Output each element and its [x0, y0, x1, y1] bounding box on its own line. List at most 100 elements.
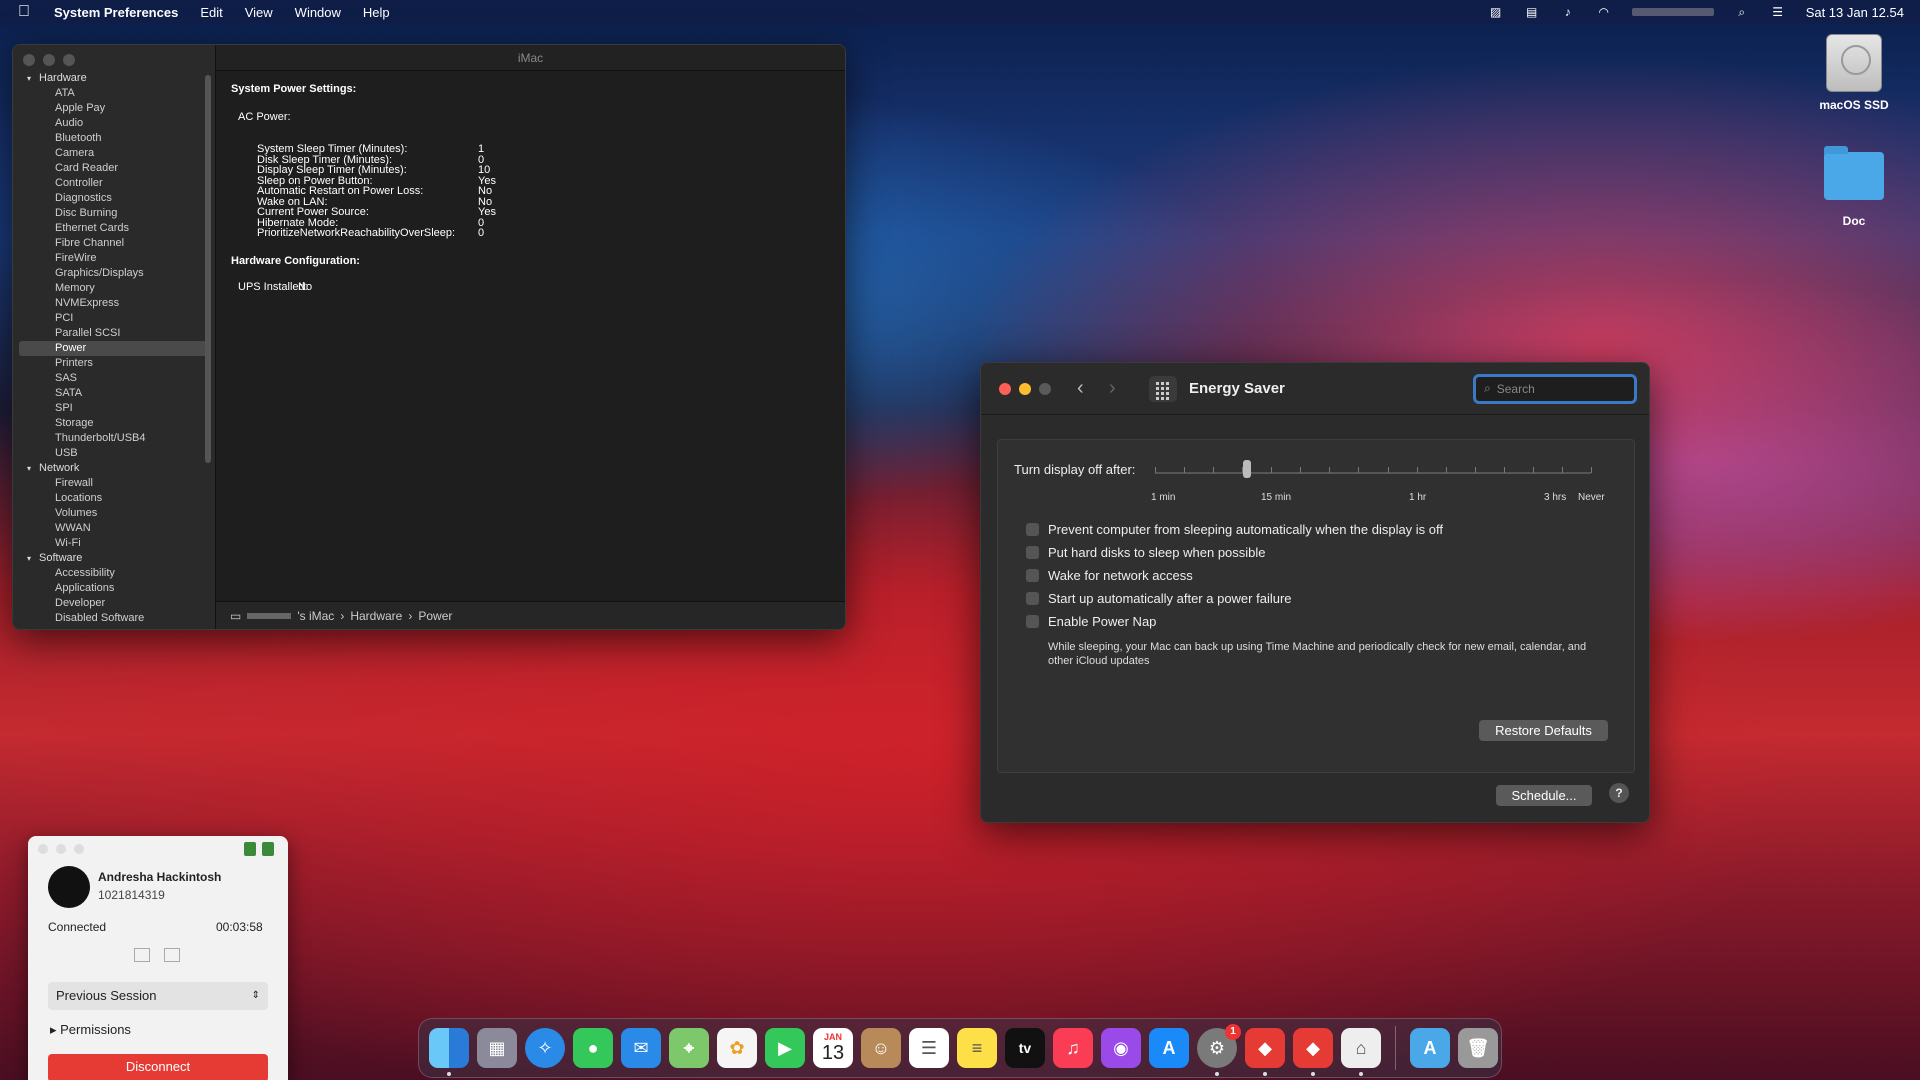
menu-window[interactable]: Window: [295, 5, 341, 20]
file-transfer-icon[interactable]: [134, 948, 150, 962]
sidebar-item-graphics-displays[interactable]: Graphics/Displays: [13, 266, 215, 281]
chat-icon[interactable]: [262, 842, 274, 856]
sidebar-item-developer[interactable]: Developer: [13, 596, 215, 611]
wifi-icon[interactable]: ◠: [1596, 5, 1612, 19]
sidebar-item-firewall[interactable]: Firewall: [13, 476, 215, 491]
zoom-button[interactable]: [63, 54, 75, 66]
volume-icon[interactable]: ♪: [1560, 5, 1576, 19]
checkbox-box[interactable]: [1026, 569, 1039, 582]
menu-app-name[interactable]: System Preferences: [54, 5, 178, 20]
sidebar-item-disabled-software[interactable]: Disabled Software: [13, 611, 215, 626]
sidebar-item-sata[interactable]: SATA: [13, 386, 215, 401]
sidebar-item-pci[interactable]: PCI: [13, 311, 215, 326]
sidebar-item-disc-burning[interactable]: Disc Burning: [13, 206, 215, 221]
sidebar-item-camera[interactable]: Camera: [13, 146, 215, 161]
sidebar-item-accessibility[interactable]: Accessibility: [13, 566, 215, 581]
sidebar-item-locations[interactable]: Locations: [13, 491, 215, 506]
sidebar-item-applications[interactable]: Applications: [13, 581, 215, 596]
disclosure-triangle-icon[interactable]: ▾: [27, 71, 39, 86]
sidebar-item-wi-fi[interactable]: Wi-Fi: [13, 536, 215, 551]
sidebar-item-firewire[interactable]: FireWire: [13, 251, 215, 266]
photos-icon[interactable]: ✿: [717, 1028, 757, 1068]
messages-icon[interactable]: ●: [573, 1028, 613, 1068]
trash-icon[interactable]: 🗑: [1458, 1028, 1498, 1068]
checkbox-box[interactable]: [1026, 523, 1039, 536]
schedule-button[interactable]: Schedule...: [1496, 785, 1592, 806]
sidebar-item-printers[interactable]: Printers: [13, 356, 215, 371]
display-off-slider[interactable]: [1155, 472, 1591, 474]
installer-icon[interactable]: ⌂: [1341, 1028, 1381, 1076]
reminders-icon[interactable]: ☰: [909, 1028, 949, 1068]
control-center-icon[interactable]: ☰: [1770, 5, 1786, 19]
path-item-power[interactable]: Power: [418, 609, 452, 623]
anydesk-session-icon[interactable]: ◆: [1293, 1028, 1333, 1076]
menu-view[interactable]: View: [245, 5, 273, 20]
sidebar-item-apple-pay[interactable]: Apple Pay: [13, 101, 215, 116]
sidebar-item-parallel-scsi[interactable]: Parallel SCSI: [13, 326, 215, 341]
launchpad-icon[interactable]: ▦: [477, 1028, 517, 1068]
finder-icon[interactable]: [429, 1028, 469, 1076]
menu-clock[interactable]: Sat 13 Jan 12.54: [1806, 5, 1904, 20]
sidebar-item-controller[interactable]: Controller: [13, 176, 215, 191]
desktop-icon-doc[interactable]: Doc: [1799, 146, 1909, 228]
calendar-icon[interactable]: JAN 13: [813, 1028, 853, 1068]
session-select[interactable]: Previous Session ⇕: [48, 982, 268, 1010]
checkbox-box[interactable]: [1026, 615, 1039, 628]
sidebar-item-thunderbolt-usb4[interactable]: Thunderbolt/USB4: [13, 431, 215, 446]
disclosure-triangle-icon[interactable]: ▾: [27, 551, 39, 566]
checkbox-prevent-sleep[interactable]: Prevent computer from sleeping automatic…: [1026, 522, 1443, 537]
mail-icon[interactable]: ✉: [621, 1028, 661, 1068]
sidebar-item-power[interactable]: Power: [19, 341, 209, 356]
contacts-icon[interactable]: ☺: [861, 1028, 901, 1068]
checkbox-wake-network[interactable]: Wake for network access: [1026, 568, 1193, 583]
sidebar-group-software[interactable]: ▾ Software: [13, 551, 215, 566]
apple-icon[interactable]: : [18, 3, 36, 21]
chat-bubble-icon[interactable]: [164, 948, 180, 962]
sidebar-item-fibre-channel[interactable]: Fibre Channel: [13, 236, 215, 251]
forward-chevron-icon[interactable]: ›: [1109, 377, 1125, 400]
sidebar-item-memory[interactable]: Memory: [13, 281, 215, 296]
minimize-button[interactable]: [43, 54, 55, 66]
disclosure-triangle-icon[interactable]: ▾: [27, 461, 39, 476]
restore-defaults-button[interactable]: Restore Defaults: [1479, 720, 1608, 741]
sidebar-item-ethernet-cards[interactable]: Ethernet Cards: [13, 221, 215, 236]
checkbox-box[interactable]: [1026, 592, 1039, 605]
sidebar-group-hardware[interactable]: ▾ Hardware: [13, 71, 215, 86]
zoom-button[interactable]: [1039, 382, 1051, 395]
close-button[interactable]: [38, 844, 48, 854]
checkbox-box[interactable]: [1026, 546, 1039, 559]
show-all-grid-icon[interactable]: [1149, 375, 1177, 402]
sidebar-item-nvmexpress[interactable]: NVMExpress: [13, 296, 215, 311]
checkbox-disk-sleep[interactable]: Put hard disks to sleep when possible: [1026, 545, 1266, 560]
sidebar-item-bluetooth[interactable]: Bluetooth: [13, 131, 215, 146]
menu-help[interactable]: Help: [363, 5, 390, 20]
spotlight-search-icon[interactable]: ⌕: [1734, 5, 1750, 19]
menu-edit[interactable]: Edit: [200, 5, 222, 20]
app-store-icon[interactable]: A: [1149, 1028, 1189, 1068]
checkbox-power-nap[interactable]: Enable Power Nap: [1026, 614, 1156, 629]
sidebar-scrollbar[interactable]: [205, 75, 211, 463]
activity-monitor-icon[interactable]: ▨: [1488, 5, 1504, 19]
permissions-disclosure[interactable]: ▸ Permissions: [50, 1022, 131, 1038]
sidebar-item-ata[interactable]: ATA: [13, 86, 215, 101]
apple-tv-icon[interactable]: tv: [1005, 1028, 1045, 1068]
path-item-hardware[interactable]: Hardware: [350, 609, 402, 623]
minimize-button[interactable]: [56, 844, 66, 854]
sidebar-item-storage[interactable]: Storage: [13, 416, 215, 431]
sidebar-item-audio[interactable]: Audio: [13, 116, 215, 131]
maps-icon[interactable]: ⌖: [669, 1028, 709, 1068]
sidebar-item-card-reader[interactable]: Card Reader: [13, 161, 215, 176]
sidebar-item-volumes[interactable]: Volumes: [13, 506, 215, 521]
close-button[interactable]: [999, 382, 1011, 395]
zoom-button[interactable]: [74, 844, 84, 854]
back-chevron-icon[interactable]: ‹: [1077, 377, 1093, 400]
search-field[interactable]: ⌕ Search: [1473, 373, 1637, 404]
sidebar-item-sas[interactable]: SAS: [13, 371, 215, 386]
sidebar-item-diagnostics[interactable]: Diagnostics: [13, 191, 215, 206]
applications-folder-icon[interactable]: A: [1410, 1028, 1450, 1068]
facetime-icon[interactable]: ▶: [765, 1028, 805, 1068]
sidebar-item-wwan[interactable]: WWAN: [13, 521, 215, 536]
input-source-flag-icon[interactable]: ▤: [1524, 5, 1540, 19]
minimize-button[interactable]: [1019, 382, 1031, 395]
disconnect-button[interactable]: Disconnect: [48, 1054, 268, 1080]
